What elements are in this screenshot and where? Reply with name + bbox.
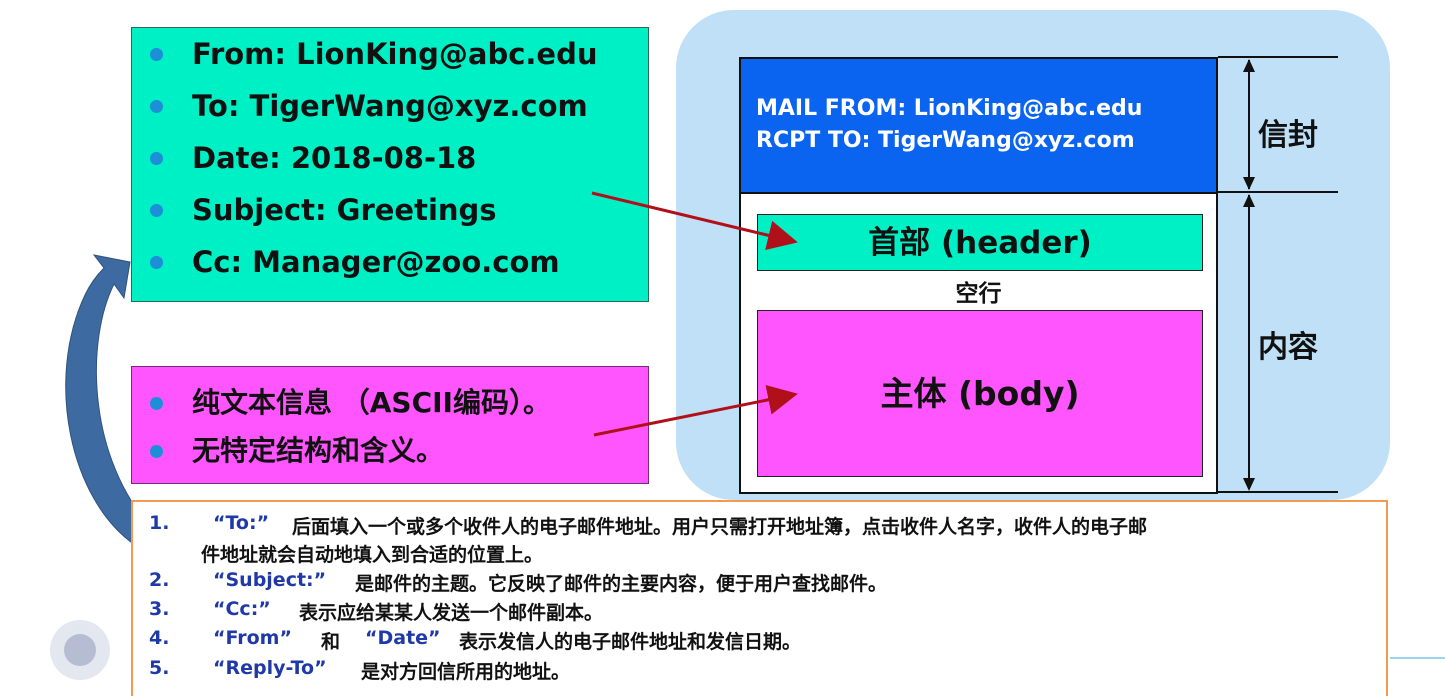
note-number: 2.	[149, 569, 170, 591]
arrowhead-up-icon	[1243, 59, 1255, 72]
note-text: 表示发信人的电子邮件地址和发信日期。	[459, 631, 802, 653]
note-field-key: “Date”	[365, 627, 441, 649]
arrowhead-up-icon	[1243, 194, 1255, 207]
decorative-divider	[1390, 657, 1445, 659]
note-number: 4.	[149, 627, 170, 649]
arrowhead-down-icon	[1243, 177, 1255, 190]
body-pointer-arrow	[593, 385, 798, 437]
note-text: 是邮件的主题。它反映了邮件的主要内容，便于用户查找邮件。	[355, 573, 888, 595]
logo-emblem-icon	[64, 634, 96, 666]
note-number: 1.	[149, 512, 170, 534]
note-text: 是对方回信所用的地址。	[361, 661, 571, 683]
note-field-key: “Cc:”	[213, 598, 271, 620]
note-field-key: “To:”	[213, 512, 270, 534]
note-text: 表示应给某某人发送一个邮件副本。	[299, 602, 604, 624]
note-field-key: “Reply-To”	[213, 657, 327, 679]
university-logo	[50, 620, 110, 680]
note-number: 3.	[149, 598, 170, 620]
note-text: 后面填入一个或多个收件人的电子邮件地址。用户只需打开地址簿，点击收件人名字，收件…	[292, 516, 1148, 538]
note-text: 件地址就会自动地填入到合适的位置上。	[201, 544, 544, 566]
field-notes-box: 1. “To:” 后面填入一个或多个收件人的电子邮件地址。用户只需打开地址簿，点…	[131, 500, 1388, 696]
note-text: 和	[321, 631, 341, 653]
note-number: 5.	[149, 657, 170, 679]
note-field-key: “Subject:”	[213, 569, 327, 591]
note-field-key: “From”	[213, 627, 292, 649]
header-pointer-arrow	[591, 191, 798, 250]
arrowhead-down-icon	[1243, 478, 1255, 491]
